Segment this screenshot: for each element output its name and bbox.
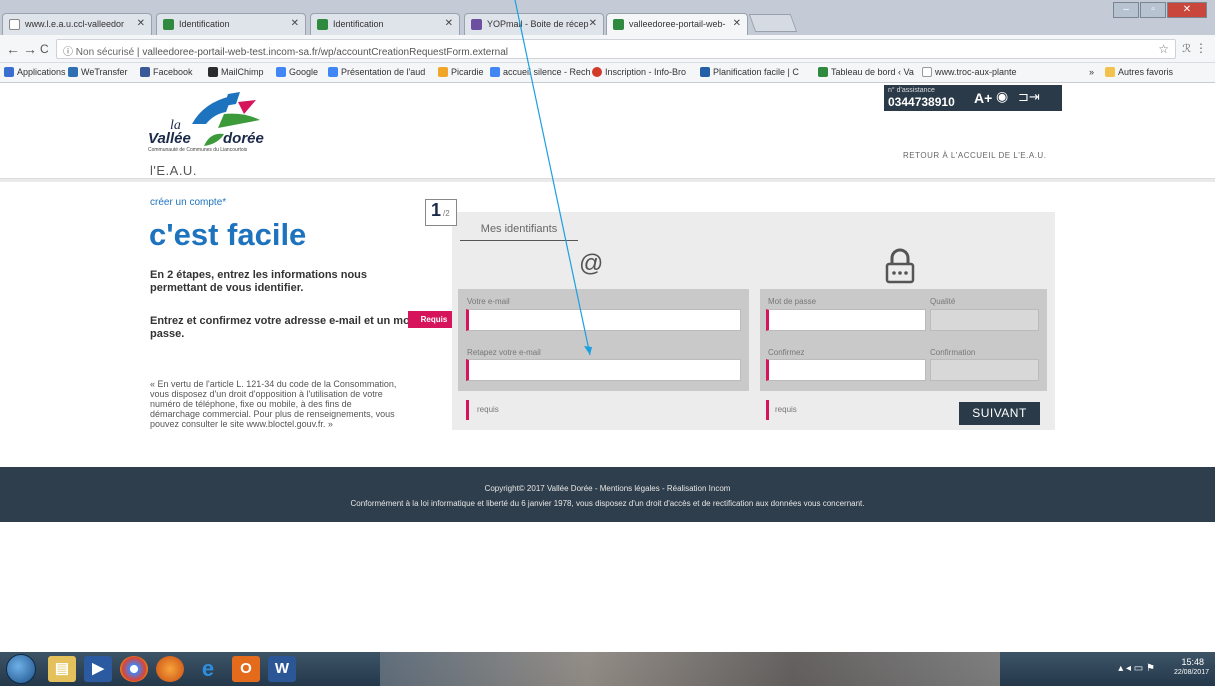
- annotation-arrow: [514, 0, 592, 356]
